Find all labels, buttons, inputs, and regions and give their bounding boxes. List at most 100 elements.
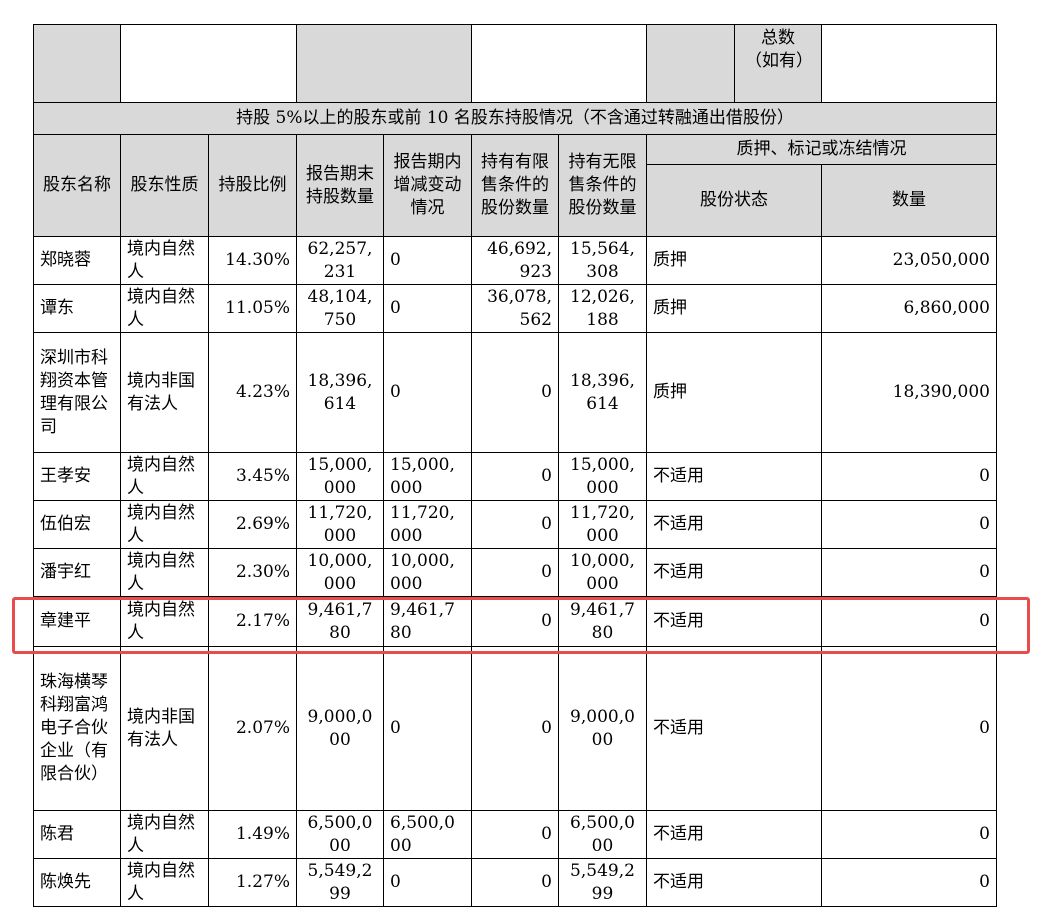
restricted-shares: 0 [471,646,559,811]
header-unrestricted: 持有无限售条件的股份数量 [558,134,647,237]
unrestricted-shares: 12,026,188 [558,284,647,333]
shareholder-name: 章建平 [33,596,121,647]
shareholder-name: 郑晓蓉 [33,236,121,285]
shareholder-name: 伍伯宏 [33,500,121,549]
holding-ratio: 1.27% [208,858,297,907]
shareholder-name: 谭东 [33,284,121,333]
change-shares: 0 [383,284,472,333]
pledge-quantity: 0 [821,810,997,859]
shareholder-name: 深圳市科翔资本管理有限公司 [33,332,121,453]
period-end-shares: 48,104,750 [296,284,384,333]
header-row-1: 股东名称 股东性质 持股比例 报告期末持股数量 报告期内增减变动情况 持有有限售… [33,134,997,237]
pledge-quantity: 23,050,000 [821,236,997,285]
table-body: 郑晓蓉 境内自然人 14.30% 62,257,231 0 46,692,923 15,56… [33,236,997,907]
unrestricted-shares: 9,000,000 [558,646,647,811]
share-status: 不适用 [646,810,822,859]
change-shares: 11,720,000 [383,500,472,549]
table-row: 王孝安 境内自然人 3.45% 15,000,000 15,000,000 0 15,000… [33,452,997,501]
period-end-shares: 9,461,780 [296,596,384,647]
table-row: 深圳市科翔资本管理有限公司 境内非国有法人 4.23% 18,396,614 0 0 18,… [33,332,997,453]
table-row: 陈焕先 境内自然人 1.27% 5,549,299 0 0 5,549,299 不适用 0 [33,858,997,907]
holding-ratio: 3.45% [208,452,297,501]
period-end-shares: 5,549,299 [296,858,384,907]
table-row: 珠海横琴科翔富鸿电子合伙企业（有限合伙） 境内非国有法人 2.07% 9,000,00… [33,646,997,811]
top-cell-2 [296,24,472,103]
shareholder-table: 总数（如有） 持股 5%以上的股东或前 10 名股东持股情况（不含通过转融通出借… [33,24,997,907]
table-row: 潘宇红 境内自然人 2.30% 10,000,000 10,000,000 0 10,000… [33,548,997,597]
top-row: 总数（如有） [33,24,997,103]
shareholder-nature: 境内自然人 [120,596,209,647]
top-cell-1 [120,24,297,103]
share-status: 质押 [646,332,822,453]
table-row: 郑晓蓉 境内自然人 14.30% 62,257,231 0 46,692,923 15,56… [33,236,997,285]
unrestricted-shares: 10,000,000 [558,548,647,597]
share-status: 不适用 [646,500,822,549]
total-value-cell [821,24,997,103]
header-restricted: 持有有限售条件的股份数量 [471,134,559,237]
holding-ratio: 2.69% [208,500,297,549]
holding-ratio: 2.30% [208,548,297,597]
shareholder-name: 潘宇红 [33,548,121,597]
pledge-quantity: 18,390,000 [821,332,997,453]
shareholder-table-container: 总数（如有） 持股 5%以上的股东或前 10 名股东持股情况（不含通过转融通出借… [33,24,997,907]
period-end-shares: 62,257,231 [296,236,384,285]
restricted-shares: 36,078,562 [471,284,559,333]
table-row: 章建平 境内自然人 2.17% 9,461,780 9,461,780 0 9,461,78… [33,596,997,647]
unrestricted-shares: 18,396,614 [558,332,647,453]
restricted-shares: 0 [471,858,559,907]
restricted-shares: 0 [471,810,559,859]
period-end-shares: 6,500,000 [296,810,384,859]
table-row: 伍伯宏 境内自然人 2.69% 11,720,000 11,720,000 0 11,720… [33,500,997,549]
share-status: 质押 [646,284,822,333]
change-shares: 10,000,000 [383,548,472,597]
unrestricted-shares: 15,564,308 [558,236,647,285]
unrestricted-shares: 5,549,299 [558,858,647,907]
restricted-shares: 0 [471,452,559,501]
shareholder-nature: 境内自然人 [120,236,209,285]
change-shares: 0 [383,646,472,811]
top-cell-3 [471,24,647,103]
shareholder-nature: 境内自然人 [120,500,209,549]
shareholder-name: 珠海横琴科翔富鸿电子合伙企业（有限合伙） [33,646,121,811]
holding-ratio: 2.07% [208,646,297,811]
restricted-shares: 0 [471,596,559,647]
table-row: 陈君 境内自然人 1.49% 6,500,000 6,500,000 0 6,500,000… [33,810,997,859]
header-quantity: 数量 [821,164,997,237]
shareholder-nature: 境内自然人 [120,858,209,907]
restricted-shares: 0 [471,500,559,549]
holding-ratio: 11.05% [208,284,297,333]
top-cell-4 [646,24,735,103]
share-status: 不适用 [646,596,822,647]
holding-ratio: 1.49% [208,810,297,859]
change-shares: 15,000,000 [383,452,472,501]
holding-ratio: 14.30% [208,236,297,285]
change-shares: 0 [383,858,472,907]
header-change: 报告期内增减变动情况 [383,134,472,237]
shareholder-nature: 境内非国有法人 [120,332,209,453]
pledge-quantity: 0 [821,548,997,597]
period-end-shares: 15,000,000 [296,452,384,501]
period-end-shares: 10,000,000 [296,548,384,597]
pledge-quantity: 6,860,000 [821,284,997,333]
shareholder-nature: 境内自然人 [120,810,209,859]
share-status: 不适用 [646,548,822,597]
header-ratio: 持股比例 [208,134,297,237]
change-shares: 6,500,000 [383,810,472,859]
restricted-shares: 0 [471,548,559,597]
holding-ratio: 4.23% [208,332,297,453]
top-blank-cell [33,24,121,103]
period-end-shares: 11,720,000 [296,500,384,549]
shareholder-name: 陈焕先 [33,858,121,907]
shareholder-nature: 境内自然人 [120,548,209,597]
section-title-row: 持股 5%以上的股东或前 10 名股东持股情况（不含通过转融通出借股份） [33,102,997,135]
unrestricted-shares: 11,720,000 [558,500,647,549]
unrestricted-shares: 9,461,780 [558,596,647,647]
shareholder-name: 陈君 [33,810,121,859]
change-shares: 9,461,780 [383,596,472,647]
total-label: 总数（如有） [734,24,822,103]
shareholder-nature: 境内自然人 [120,452,209,501]
pledge-quantity: 0 [821,646,997,811]
table-row: 谭东 境内自然人 11.05% 48,104,750 0 36,078,562 12,026… [33,284,997,333]
unrestricted-shares: 6,500,000 [558,810,647,859]
restricted-shares: 46,692,923 [471,236,559,285]
